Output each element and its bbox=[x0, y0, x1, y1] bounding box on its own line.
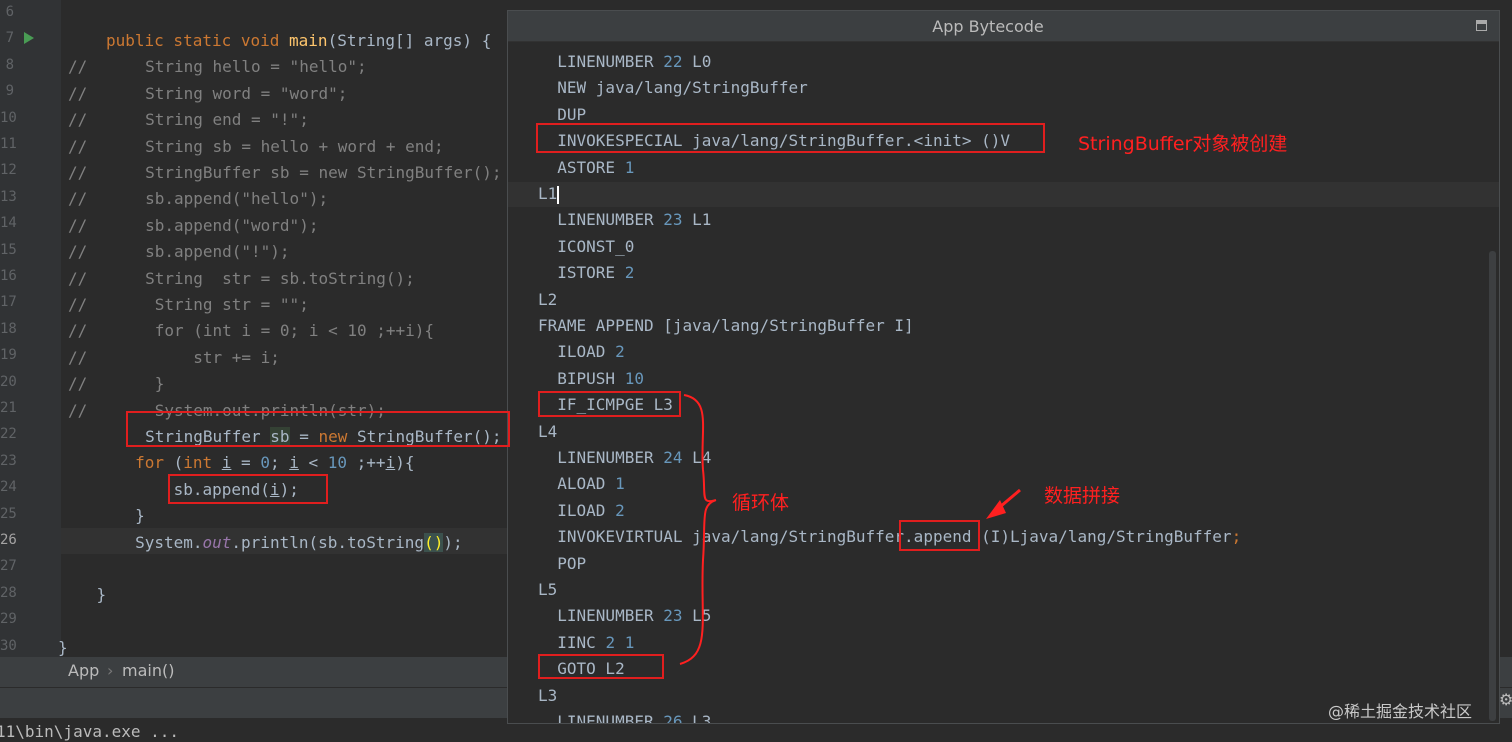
loop-brace bbox=[679, 394, 717, 665]
annotation-created: StringBuffer对象被创建 bbox=[1078, 133, 1288, 155]
watermark: @稀土掘金技术社区 bbox=[1328, 702, 1473, 721]
annotation-overlay bbox=[679, 394, 1021, 665]
annotation-append: 数据拼接 bbox=[1044, 485, 1121, 507]
annotation-loop: 循环体 bbox=[732, 492, 790, 514]
